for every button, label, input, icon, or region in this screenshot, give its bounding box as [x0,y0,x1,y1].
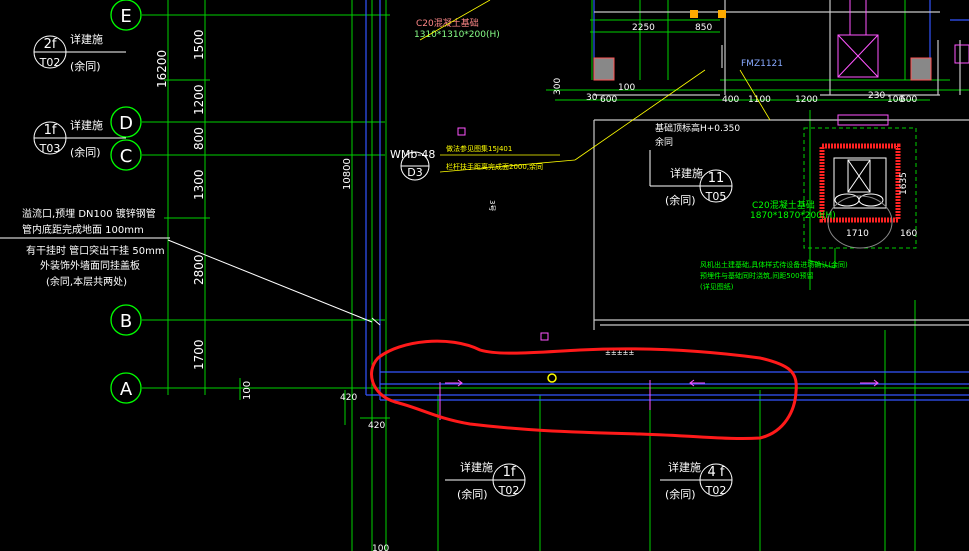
overflow-note-5: (余同,本层共两处) [46,275,127,288]
dim-16200: 16200 [155,50,169,88]
green-note-2: 预埋件与基础同时浇筑,间距500预留 [700,271,814,280]
same-rest-label-2: (余同) [70,145,101,159]
ref-d3: D3 [407,166,422,179]
base-top-rest: 余同 [655,136,673,148]
see-detail-label-2: 详建施 [70,118,103,132]
dim-small-300: 300 [553,78,563,95]
see-detail-label-3: 详建施 [670,166,703,180]
axis-label-e: E [120,6,131,27]
dim-10800: 10800 [342,158,353,190]
dim-small-420b: 420 [368,421,385,431]
ref-1f-bottom: T03 [39,142,61,155]
ref-11-bottom: T05 [705,190,727,203]
axis-label-c: C [120,146,133,167]
axis-label-a: A [120,379,133,400]
dim-top-850: 850 [695,23,712,33]
same-rest-label-3: (余同) [665,193,696,207]
same-rest-label-1: (余同) [70,59,101,73]
dim-small-100b: 100 [372,544,389,551]
ref-11-top: 11 [708,171,725,186]
ref-2f-top: 2f [44,37,57,52]
dim-top-600b: 600 [900,95,917,105]
ref-4f-bottom: T02 [705,484,727,497]
ref-1f-b-top: 1f [503,465,516,480]
fm-label: FMZ1121 [741,59,783,69]
ref-2f-bottom: T02 [39,56,61,69]
dim-1700: 1700 [192,339,206,370]
green-note-3: (详见图纸) [700,282,734,291]
shaft-symbols [837,0,889,126]
axis-bubbles [110,0,142,404]
dim-top-2250: 2250 [632,23,655,33]
dim-top-230: 230 [868,91,885,101]
dim-small-420a: 420 [340,393,357,403]
yellow-note-2: 栏杆扶手距离完成面2000,余同 [446,162,543,171]
axis-label-d: D [119,113,133,134]
yellow-note-1: 做法参见图集15J401 [446,144,512,153]
dim-top-30: 30 [586,93,598,103]
base-top-note: 基础顶标高H+0.350 [655,122,740,134]
vertical-note: 3号 [488,200,496,211]
dim-top-100: 100 [618,83,635,93]
same-rest-label-4: (余同) [457,487,488,501]
c20-top-line-1: C20混凝土基础 [416,17,479,29]
dim-top-1635: 1635 [899,172,909,195]
revision-cloud [370,339,798,441]
dim-top-600: 600 [600,95,617,105]
see-detail-label-4: 详建施 [460,460,493,474]
see-detail-label-1: 详建施 [70,32,103,46]
see-detail-label-5: 详建施 [668,460,701,474]
ref-1f-top: 1f [44,123,57,138]
same-rest-label-5: (余同) [665,487,696,501]
ref-1f-b-bottom: T02 [498,484,520,497]
overflow-note-3: 有干挂时 管口突出干挂 50mm [26,244,165,257]
overflow-note-1: 溢流口,预埋 DN100 镀锌钢管 [22,207,156,220]
dim-top-400: 400 [722,95,739,105]
ref-4f-top: 4 f [708,465,725,480]
overflow-note-4: 外装饰外墙面同挂盖板 [40,259,140,272]
cad-drawing: E D C B A 2f T02 1f T03 11 T05 D3 1f T02… [0,0,969,551]
dim-1300: 1300 [192,169,206,200]
drain-point-icon [547,373,557,383]
dim-small-100: 100 [242,381,253,400]
axis-label-b: B [120,311,132,332]
green-note-1: 风机出土建基础,具体样式待设备进场确认(余同) [700,260,848,269]
c20-top-line-2: 1310*1310*200(H) [414,30,500,40]
overflow-note-2: 管内底距完成地面 100mm [22,223,144,236]
dim-top-1710: 1710 [846,229,869,239]
dim-1200: 1200 [192,84,206,115]
dim-top-1200: 1200 [795,95,818,105]
wmb-label: WMb-48 [390,148,435,161]
dim-2800: 2800 [192,254,206,285]
dim-top-160: 160 [900,229,917,239]
c20-right-line-2: 1870*1870*200(H) [750,211,836,221]
dim-800: 800 [192,127,206,150]
c20-right-line-1: C20混凝土基础 [752,199,815,211]
dim-top-1100: 1100 [748,95,771,105]
dim-1500: 1500 [192,29,206,60]
